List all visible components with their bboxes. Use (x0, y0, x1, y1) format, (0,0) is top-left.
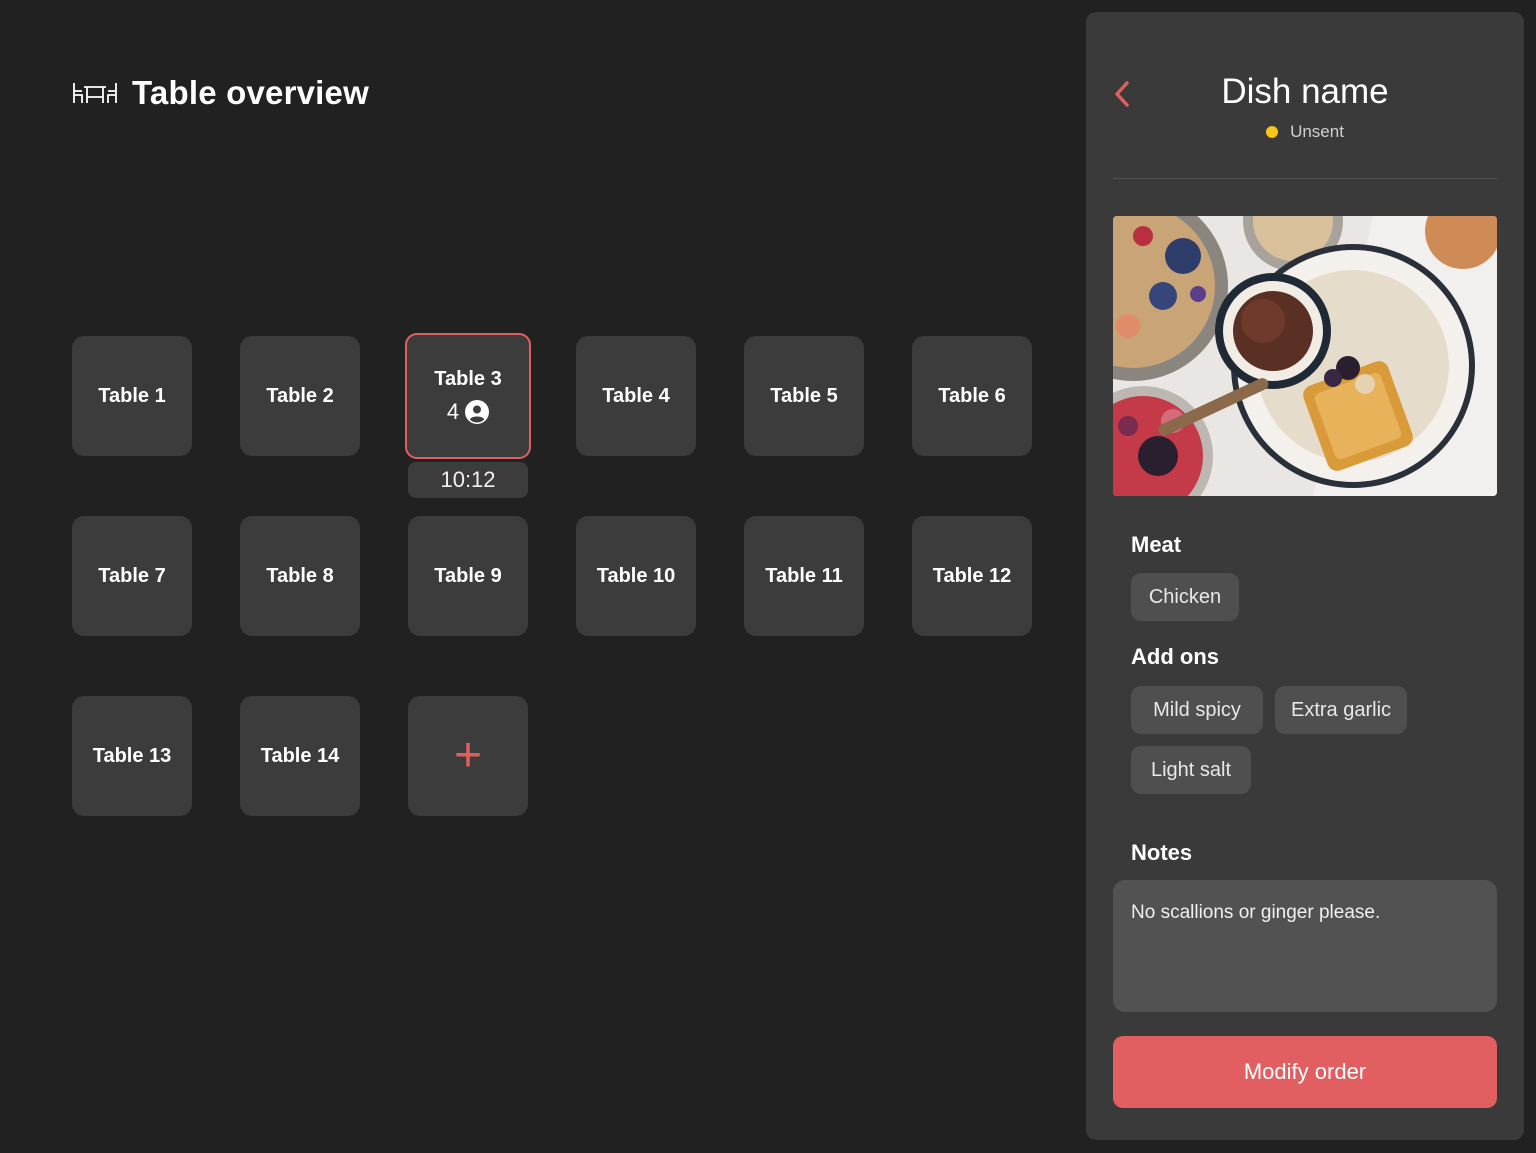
dish-detail-panel: Dish name Unsent Meat Chicken Add ons Mi… (1086, 12, 1524, 1140)
table-label: Table 6 (938, 384, 1006, 407)
status-label: Unsent (1290, 122, 1344, 141)
plus-icon: + (453, 729, 483, 782)
dish-photo (1113, 216, 1497, 496)
table-tile-7[interactable]: Table 7 (72, 516, 192, 636)
table-label: Table 11 (765, 564, 843, 587)
page-title: Table overview (132, 74, 369, 111)
chip-chicken[interactable]: Chicken (1131, 573, 1239, 621)
order-status: Unsent (1086, 122, 1524, 142)
table-label: Table 14 (260, 744, 340, 767)
user-icon (465, 399, 490, 424)
table-tile-14[interactable]: Table 14 (240, 696, 360, 816)
notes-label: Notes (1131, 840, 1193, 865)
chip-light-salt[interactable]: Light salt (1131, 746, 1251, 794)
modify-order-button[interactable]: Modify order (1113, 1036, 1497, 1108)
table-label: Table 10 (596, 564, 676, 587)
table-tile-11[interactable]: Table 11 (744, 516, 864, 636)
addons-label: Add ons (1131, 644, 1219, 669)
table-tile-13[interactable]: Table 13 (72, 696, 192, 816)
table-label: Table 8 (266, 564, 334, 587)
table-label: Table 13 (92, 744, 172, 767)
guest-count-value: 4 (446, 398, 460, 424)
table-tile-4[interactable]: Table 4 (576, 336, 696, 456)
table-label: Table 9 (434, 564, 502, 587)
table-tile-6[interactable]: Table 6 (912, 336, 1032, 456)
table-tile-9[interactable]: Table 9 (408, 516, 528, 636)
table-label: Table 3 (434, 367, 502, 390)
table-label: Table 1 (98, 384, 166, 407)
notes-field[interactable]: No scallions or ginger please. (1113, 880, 1497, 1012)
divider (1113, 178, 1497, 179)
table-label: Table 5 (770, 384, 838, 407)
table-label: Table 7 (98, 564, 166, 587)
table-tile-1[interactable]: Table 1 (72, 336, 192, 456)
table-label: Table 4 (602, 384, 670, 407)
meat-label: Meat (1131, 532, 1182, 557)
dish-name: Dish name (1221, 72, 1389, 111)
page-header: Table overview (72, 74, 369, 112)
table-label: Table 2 (266, 384, 334, 407)
chip-extra-garlic[interactable]: Extra garlic (1275, 686, 1407, 734)
table-tile-2[interactable]: Table 2 (240, 336, 360, 456)
table-tile-3[interactable]: Table 3 4 (405, 333, 531, 459)
table-tile-8[interactable]: Table 8 (240, 516, 360, 636)
table-tile-5[interactable]: Table 5 (744, 336, 864, 456)
table-chairs-icon (72, 77, 118, 109)
table-timer: 10:12 (408, 462, 528, 498)
table-tile-12[interactable]: Table 12 (912, 516, 1032, 636)
status-dot-icon (1266, 126, 1279, 138)
add-table-button[interactable]: + (408, 696, 528, 816)
table-label: Table 12 (932, 564, 1012, 587)
guest-count: 4 (446, 398, 490, 425)
chip-mild-spicy[interactable]: Mild spicy (1131, 686, 1263, 734)
table-tile-10[interactable]: Table 10 (576, 516, 696, 636)
